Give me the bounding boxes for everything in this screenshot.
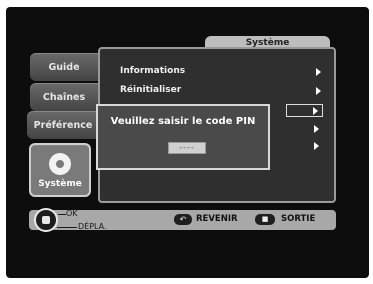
- back-key-icon: ↶: [174, 214, 192, 225]
- menu-item-informations[interactable]: Informations: [120, 66, 325, 80]
- tab-guide[interactable]: Guide: [30, 53, 98, 81]
- tab-systeme-label: Système: [38, 179, 82, 189]
- menu-item-label: Informations: [120, 66, 186, 76]
- tab-systeme[interactable]: Système: [29, 143, 91, 197]
- exit-key-icon: ■: [255, 214, 275, 225]
- chevron-right-icon: [314, 125, 319, 133]
- ok-connector: [58, 214, 66, 215]
- tab-preference-label: Préférence: [33, 119, 93, 131]
- tab-preference[interactable]: Préférence: [27, 111, 99, 139]
- tab-guide-label: Guide: [48, 61, 80, 73]
- chevron-right-icon: [314, 142, 319, 150]
- chevron-right-icon: [313, 107, 318, 115]
- move-label: DÉPLA.: [78, 222, 107, 231]
- pin-input[interactable]: ----: [168, 142, 206, 154]
- exit-label: SORTIE: [281, 214, 316, 224]
- move-connector: [57, 227, 77, 228]
- menu-item[interactable]: [286, 123, 323, 137]
- ok-label: OK: [66, 209, 78, 218]
- menu-item-reinitialiser[interactable]: Réinitialiser: [120, 85, 325, 99]
- tab-chaines-label: Chaînes: [42, 91, 86, 103]
- menu-item-label: Réinitialiser: [120, 85, 182, 95]
- gear-icon: [49, 153, 71, 175]
- back-label: REVENIR: [196, 214, 238, 224]
- dpad-icon: [34, 208, 58, 232]
- tab-chaines[interactable]: Chaînes: [30, 83, 98, 111]
- pin-dialog: Veuillez saisir le code PIN ----: [96, 104, 270, 170]
- chevron-right-icon: [316, 87, 321, 95]
- pin-prompt: Veuillez saisir le code PIN: [110, 116, 256, 127]
- menu-item-selected[interactable]: [286, 104, 323, 117]
- menu-item[interactable]: [286, 140, 323, 154]
- chevron-right-icon: [316, 68, 321, 76]
